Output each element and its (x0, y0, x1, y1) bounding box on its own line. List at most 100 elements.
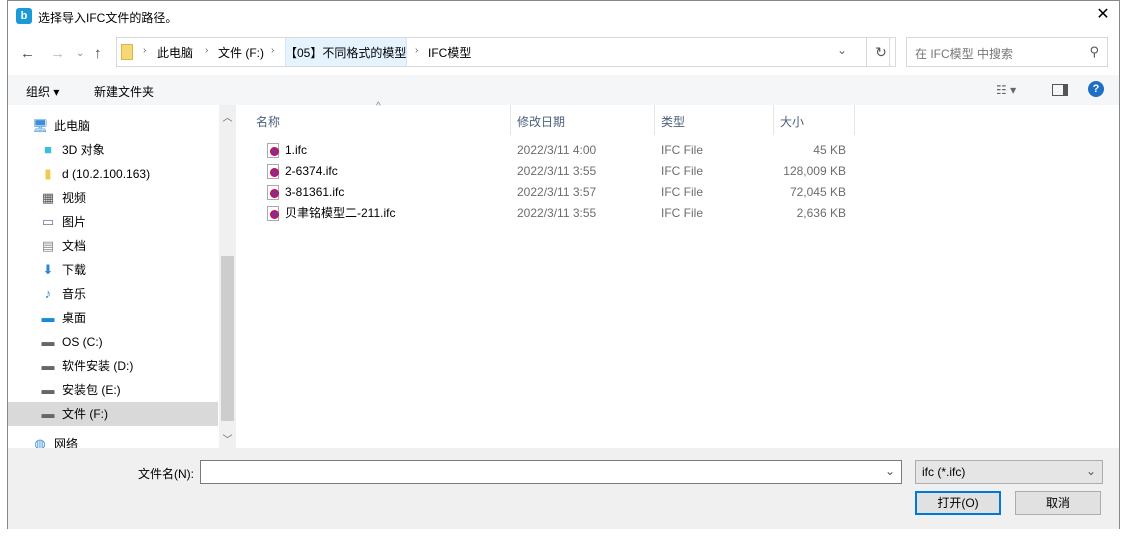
download-icon: ⬇ (42, 262, 54, 277)
filename-label: 文件名(N): (138, 467, 194, 481)
file-type-value: ifc (*.ifc) (922, 465, 966, 479)
sidebar-item-label: 文件 (F:) (62, 407, 108, 421)
drive-icon: ▬ (41, 406, 55, 421)
sidebar-item[interactable]: ◍ 网络 (8, 432, 218, 449)
sidebar-item[interactable]: ▬ 软件安装 (D:) (8, 354, 218, 378)
sidebar-item[interactable]: 🖥 此电脑 (8, 114, 218, 138)
chevron-down-icon: ⌄ (1085, 464, 1096, 478)
sidebar-item-label: OS (C:) (62, 335, 103, 349)
drive-icon: ▬ (41, 334, 55, 349)
drive-icon: ▬ (41, 382, 55, 397)
sidebar-item-label: 下载 (62, 263, 87, 277)
ifc-file-icon (267, 164, 279, 179)
desktop-icon: ▬ (41, 310, 55, 325)
chevron-right-icon: › (205, 45, 209, 56)
navigation-pane: 🖥 此电脑 ■ 3D 对象 ▮ d (10.2.100.163) ▦ 视频 ▭ 图片 ▤ 文档 ⬇ 下载 ♪… (8, 105, 237, 448)
file-name: 1.ifc (285, 143, 308, 157)
chevron-right-icon: › (271, 45, 275, 56)
open-button[interactable]: 打开(O) (915, 491, 1001, 515)
column-type[interactable]: 类型 (655, 105, 774, 135)
preview-pane-icon[interactable] (1052, 84, 1068, 96)
column-size[interactable]: 大小 (774, 105, 855, 135)
file-row[interactable]: 2-6374.ifc 2022/3/11 3:55 IFC File 128,0… (258, 161, 868, 182)
scroll-up-icon[interactable]: ︿ (219, 109, 236, 124)
forward-arrow-icon[interactable]: → (50, 45, 65, 62)
search-icon: ⚲ (1089, 44, 1099, 59)
sidebar-item-label: 网络 (54, 437, 79, 448)
refresh-button[interactable]: ↻ (866, 37, 896, 67)
sidebar-item[interactable]: ▮ d (10.2.100.163) (8, 162, 218, 186)
ifc-file-icon (267, 206, 279, 221)
sidebar-item-label: 图片 (62, 215, 87, 229)
scroll-down-icon[interactable]: ﹀ (219, 431, 236, 446)
music-icon: ♪ (44, 286, 52, 301)
sidebar-item-label: 文档 (62, 239, 87, 253)
address-bar[interactable]: › 此电脑 › 文件 (F:) › 【05】不同格式的模型 › IFC模型 ⌄ (116, 37, 890, 67)
sidebar-item[interactable]: ♪ 音乐 (8, 282, 218, 306)
file-date: 2022/3/11 4:00 (517, 143, 597, 157)
chevron-down-icon[interactable]: ⌄ (885, 464, 895, 478)
breadcrumb-this-pc[interactable]: 此电脑 (157, 44, 193, 61)
sidebar-item[interactable]: ■ 3D 对象 (8, 138, 218, 162)
breadcrumb-drive-f[interactable]: 文件 (F:) (218, 44, 264, 61)
network-icon: ◍ (34, 436, 46, 449)
sidebar-item-label: 3D 对象 (62, 143, 105, 157)
file-size: 45 KB (813, 143, 846, 157)
file-type: IFC File (661, 143, 703, 157)
help-icon[interactable]: ? (1088, 81, 1104, 97)
drive-icon: ▬ (41, 358, 55, 373)
sidebar-item[interactable]: ⬇ 下载 (8, 258, 218, 282)
organize-button[interactable]: 组织 ▾ (26, 83, 59, 100)
back-arrow-icon[interactable]: ← (20, 45, 35, 62)
breadcrumb-current[interactable]: IFC模型 (428, 44, 471, 61)
file-type-select[interactable]: ifc (*.ifc) ⌄ (915, 460, 1103, 484)
file-row[interactable]: 1.ifc 2022/3/11 4:00 IFC File 45 KB (258, 140, 868, 161)
file-date: 2022/3/11 3:57 (517, 185, 597, 199)
sidebar-item-label: 桌面 (62, 311, 87, 325)
filename-input[interactable]: ⌄ (200, 460, 902, 484)
file-type: IFC File (661, 164, 703, 178)
document-icon: ▤ (41, 238, 55, 253)
cube-icon: ■ (44, 142, 52, 157)
file-size: 128,009 KB (783, 164, 846, 178)
file-type: IFC File (661, 206, 703, 220)
sidebar-item[interactable]: ▬ 安装包 (E:) (8, 378, 218, 402)
sidebar-item[interactable]: ▦ 视频 (8, 186, 218, 210)
file-name: 2-6374.ifc (285, 164, 338, 178)
sidebar-item[interactable]: ▬ OS (C:) (8, 330, 218, 354)
up-arrow-icon[interactable]: ↑ (94, 45, 102, 62)
new-folder-button[interactable]: 新建文件夹 (94, 83, 154, 100)
dialog-footer: 文件名(N): ⌄ ifc (*.ifc) ⌄ 打开(O) 取消 (8, 448, 1119, 529)
sidebar-item[interactable]: ▤ 文档 (8, 234, 218, 258)
chevron-down-icon[interactable]: ⌄ (837, 43, 847, 57)
cancel-button[interactable]: 取消 (1015, 491, 1101, 515)
file-date: 2022/3/11 3:55 (517, 164, 597, 178)
scrollbar-thumb[interactable] (221, 256, 234, 421)
close-button[interactable]: ✕ (1093, 5, 1113, 25)
computer-icon: 🖥 (32, 118, 49, 133)
column-date[interactable]: 修改日期 (511, 105, 655, 135)
picture-icon: ▭ (41, 214, 55, 229)
search-input[interactable]: 在 IFC模型 中搜索 ⚲ (906, 37, 1108, 67)
file-type: IFC File (661, 185, 703, 199)
sidebar-item-label: 安装包 (E:) (62, 383, 121, 397)
sidebar-item[interactable]: ▬ 文件 (F:) (8, 402, 218, 426)
file-dialog: b 选择导入IFC文件的路径。 ✕ ← → ⌄ ↑ › 此电脑 › 文件 (F:… (7, 0, 1120, 529)
file-name: 贝聿铭模型二-211.ifc (285, 206, 396, 220)
file-row[interactable]: 3-81361.ifc 2022/3/11 3:57 IFC File 72,0… (258, 182, 868, 203)
toolbar: 组织 ▾ 新建文件夹 ☷ ▾ ? (8, 75, 1119, 105)
breadcrumb-folder[interactable]: 【05】不同格式的模型 (285, 44, 406, 61)
sidebar-item[interactable]: ▬ 桌面 (8, 306, 218, 330)
file-name: 3-81361.ifc (285, 185, 345, 199)
file-row[interactable]: 贝聿铭模型二-211.ifc 2022/3/11 3:55 IFC File 2… (258, 203, 868, 224)
column-name[interactable]: 名称 (250, 105, 511, 135)
window-title: 选择导入IFC文件的路径。 (38, 11, 178, 25)
search-placeholder: 在 IFC模型 中搜索 (915, 47, 1013, 61)
sidebar-item-label: d (10.2.100.163) (62, 167, 151, 181)
recent-chevron-icon[interactable]: ⌄ (76, 48, 84, 59)
network-drive-icon: ▮ (44, 166, 52, 181)
sidebar-item-label: 视频 (62, 191, 87, 205)
sidebar-item[interactable]: ▭ 图片 (8, 210, 218, 234)
view-options-icon[interactable]: ☷ ▾ (996, 83, 1016, 97)
sidebar-item-label: 此电脑 (54, 119, 91, 133)
